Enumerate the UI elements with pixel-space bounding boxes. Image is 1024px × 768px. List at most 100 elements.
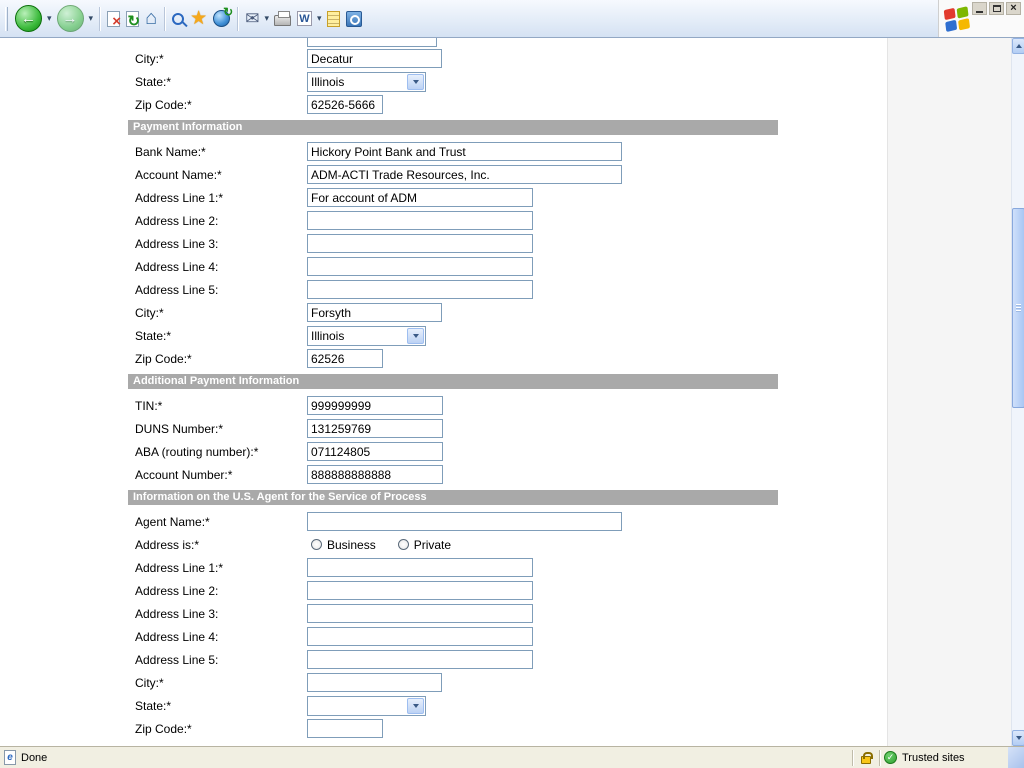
window-controls: × (972, 2, 1021, 15)
radio-option[interactable]: Business (311, 538, 376, 552)
minimize-button[interactable] (972, 2, 987, 15)
back-button[interactable]: ← (12, 3, 45, 35)
text-input[interactable] (307, 604, 533, 623)
search-button[interactable] (169, 3, 187, 35)
form-row: Account Name:* (135, 163, 887, 186)
clipped-text-input[interactable] (307, 38, 437, 47)
text-input[interactable] (307, 165, 622, 184)
scroll-down-button[interactable] (1012, 730, 1024, 746)
radio-button[interactable] (398, 539, 409, 550)
field-label: State:* (135, 699, 307, 713)
edit-with-word-button[interactable]: W (294, 3, 315, 35)
dropdown-arrow-icon[interactable] (407, 328, 424, 344)
text-input[interactable] (307, 234, 533, 253)
field-label: Address Line 2: (135, 214, 307, 228)
form-row: Address Line 5: (135, 278, 887, 301)
radio-button[interactable] (311, 539, 322, 550)
history-button[interactable]: ↻ (210, 3, 233, 35)
form-rows: City:*State:*IllinoisZip Code:*Payment I… (135, 38, 887, 740)
form-row: City:* (135, 301, 887, 324)
toolbar-grip[interactable] (5, 7, 8, 31)
scrollbar-thumb[interactable] (1012, 208, 1024, 408)
form-row: ABA (routing number):* (135, 440, 887, 463)
vertical-scrollbar[interactable] (1011, 38, 1024, 746)
text-input[interactable] (307, 396, 443, 415)
text-input[interactable] (307, 211, 533, 230)
status-bar: e Done ✓ Trusted sites (0, 746, 1024, 768)
refresh-button[interactable]: ↻ (123, 3, 142, 35)
mail-icon: ✉ (245, 9, 259, 29)
field-label: ABA (routing number):* (135, 445, 307, 459)
text-input[interactable] (307, 280, 533, 299)
dropdown-arrow-icon[interactable] (407, 698, 424, 714)
text-input[interactable] (307, 581, 533, 600)
form-row: TIN:* (135, 394, 887, 417)
select-dropdown[interactable] (307, 696, 426, 716)
notepad-icon (327, 11, 340, 27)
field-label: Address is:* (135, 538, 307, 552)
print-button[interactable] (271, 3, 294, 35)
forward-dropdown-icon[interactable]: ▾ (87, 13, 96, 24)
text-input[interactable] (307, 558, 533, 577)
form-row: Zip Code:* (135, 347, 887, 370)
text-input[interactable] (307, 419, 443, 438)
home-button[interactable]: ⌂ (142, 3, 160, 35)
form-row: Address is:* Business Private (135, 533, 887, 556)
text-input[interactable] (307, 627, 533, 646)
field-label: Zip Code:* (135, 722, 307, 736)
field-label: Zip Code:* (135, 352, 307, 366)
dropdown-arrow-icon[interactable] (407, 74, 424, 90)
back-icon: ← (15, 5, 42, 32)
notes-button[interactable] (324, 3, 343, 35)
select-value: Illinois (311, 329, 344, 343)
back-dropdown-icon[interactable]: ▾ (45, 13, 54, 24)
field-label: DUNS Number:* (135, 422, 307, 436)
form-row: State:* (135, 694, 887, 717)
field-label: TIN:* (135, 399, 307, 413)
text-input[interactable] (307, 673, 442, 692)
mail-button[interactable]: ✉ (242, 3, 262, 35)
stop-button[interactable]: × (104, 3, 123, 35)
status-main-section: e Done (0, 747, 852, 768)
text-input[interactable] (307, 303, 442, 322)
text-input[interactable] (307, 512, 622, 531)
resize-grip[interactable] (1008, 747, 1024, 768)
page-content: City:*State:*IllinoisZip Code:*Payment I… (0, 38, 1011, 746)
form-row: Address Line 4: (135, 255, 887, 278)
refresh-icon: ↻ (126, 11, 139, 27)
browser-toolbar: ← ▾ → ▾ × ↻ ⌂ (0, 0, 938, 37)
padlock-icon (861, 756, 871, 764)
security-zone-section: ✓ Trusted sites (880, 747, 1008, 768)
research-button[interactable] (343, 3, 365, 35)
home-icon: ⌂ (145, 7, 157, 30)
text-input[interactable] (307, 442, 443, 461)
text-input[interactable] (307, 188, 533, 207)
text-input[interactable] (307, 95, 383, 114)
select-dropdown[interactable]: Illinois (307, 326, 426, 346)
select-dropdown[interactable]: Illinois (307, 72, 426, 92)
restore-button[interactable] (989, 2, 1004, 15)
text-input[interactable] (307, 257, 533, 276)
edit-dropdown-icon[interactable]: ▾ (315, 13, 324, 24)
zone-text: Trusted sites (902, 752, 965, 764)
scroll-up-button[interactable] (1012, 38, 1024, 54)
text-input[interactable] (307, 49, 442, 68)
field-label: Address Line 4: (135, 260, 307, 274)
text-input[interactable] (307, 465, 443, 484)
forward-button[interactable]: → (54, 3, 87, 35)
close-button[interactable]: × (1006, 2, 1021, 15)
forward-icon: → (57, 5, 84, 32)
status-text: Done (21, 752, 47, 764)
text-input[interactable] (307, 719, 383, 738)
form-row: City:* (135, 47, 887, 70)
text-input[interactable] (307, 650, 533, 669)
mail-dropdown-icon[interactable]: ▾ (262, 13, 271, 24)
stop-icon: × (107, 11, 120, 27)
text-input[interactable] (307, 142, 622, 161)
page-right-gutter (887, 38, 1011, 746)
radio-group: Business Private (311, 538, 451, 552)
favorites-button[interactable]: ★ (187, 3, 210, 35)
text-input[interactable] (307, 349, 383, 368)
radio-option[interactable]: Private (398, 538, 451, 552)
form-row: Zip Code:* (135, 93, 887, 116)
